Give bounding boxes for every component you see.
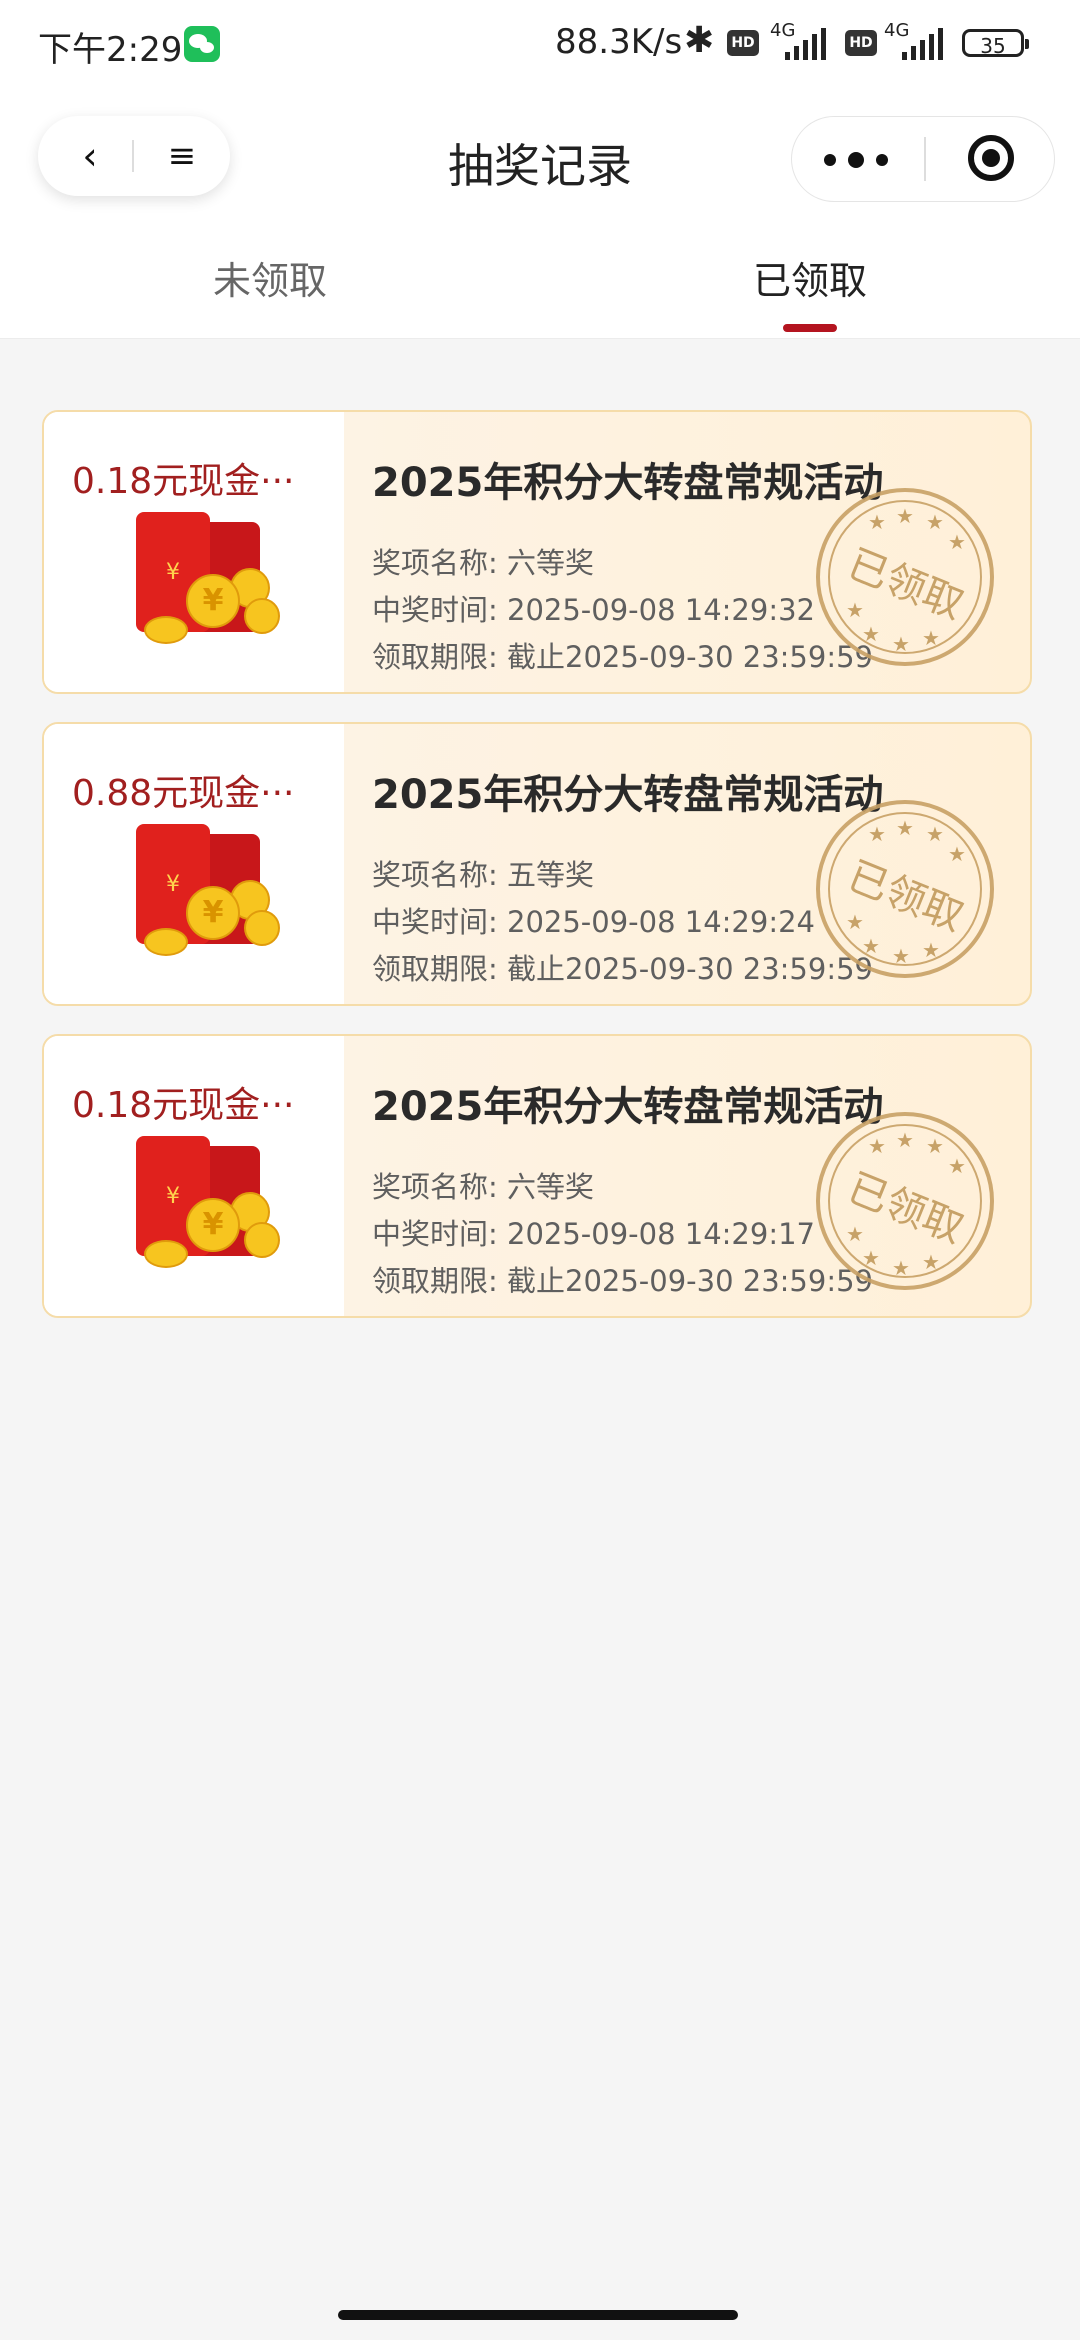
bluetooth-icon: ✱: [684, 20, 715, 61]
close-miniprogram-icon[interactable]: [968, 135, 1014, 181]
activity-title: 2025年积分大转盘常规活动: [372, 772, 884, 818]
claimed-stamp: ★ ★ ★ ★ ★ ★ ★ ★ 已领取: [816, 800, 994, 978]
network-type: 4G: [770, 20, 796, 41]
network-speed: 88.3K/s: [555, 22, 683, 62]
activity-title: 2025年积分大转盘常规活动: [372, 1084, 884, 1130]
home-indicator[interactable]: [338, 2310, 738, 2320]
prize-amount: 0.18元现金···: [72, 1085, 295, 1126]
divider: [924, 137, 926, 181]
activity-title: 2025年积分大转盘常规活动: [372, 460, 884, 506]
battery-icon: 35: [962, 29, 1029, 58]
status-time: 下午2:29: [38, 30, 183, 70]
prize-name: 奖项名称: 六等奖: [372, 546, 594, 580]
red-envelope-icon: ¥ ¥: [126, 512, 286, 662]
wechat-icon: [184, 26, 220, 62]
tab-unclaimed[interactable]: 未领取: [120, 250, 420, 305]
claim-deadline: 领取期限: 截止2025-09-30 23:59:59: [372, 952, 873, 986]
nav-bar: ‹ ≡ 抽奖记录: [0, 90, 1080, 230]
prize-name: 奖项名称: 五等奖: [372, 858, 594, 892]
record-card[interactable]: 0.88元现金··· ¥ ¥ 2025年积分大转盘常规活动 奖项名称: 五等奖 …: [42, 722, 1032, 1006]
claim-deadline: 领取期限: 截止2025-09-30 23:59:59: [372, 640, 873, 674]
tab-claimed[interactable]: 已领取: [660, 250, 960, 305]
claimed-stamp: ★ ★ ★ ★ ★ ★ ★ ★ 已领取: [816, 1112, 994, 1290]
prize-name: 奖项名称: 六等奖: [372, 1170, 594, 1204]
tab-bar: 未领取 已领取: [0, 230, 1080, 339]
claim-deadline: 领取期限: 截止2025-09-30 23:59:59: [372, 1264, 873, 1298]
hd-icon: HD: [727, 30, 759, 56]
tab-active-indicator: [783, 324, 837, 332]
coin-icon: ¥: [186, 1198, 240, 1252]
more-icon[interactable]: [820, 137, 900, 181]
coin-icon: ¥: [186, 886, 240, 940]
win-time: 中奖时间: 2025-09-08 14:29:17: [372, 1217, 815, 1251]
record-card[interactable]: 0.18元现金··· ¥ ¥ 2025年积分大转盘常规活动 奖项名称: 六等奖 …: [42, 1034, 1032, 1318]
red-envelope-icon: ¥ ¥: [126, 824, 286, 974]
network-type: 4G: [884, 20, 910, 41]
miniprogram-capsule: [791, 116, 1055, 202]
prize-preview: 0.18元现金··· ¥ ¥: [44, 412, 344, 692]
record-card[interactable]: 0.18元现金··· ¥ ¥ 2025年积分大转盘常规活动 奖项名称: 六等奖 …: [42, 410, 1032, 694]
hd-icon: HD: [845, 30, 877, 56]
claimed-stamp: ★ ★ ★ ★ ★ ★ ★ ★ 已领取: [816, 488, 994, 666]
prize-amount: 0.18元现金···: [72, 461, 295, 502]
status-bar: 下午2:29 88.3K/s ✱ HD 4G HD 4G 35: [0, 0, 1080, 90]
win-time: 中奖时间: 2025-09-08 14:29:24: [372, 905, 815, 939]
prize-preview: 0.18元现金··· ¥ ¥: [44, 1036, 344, 1316]
prize-preview: 0.88元现金··· ¥ ¥: [44, 724, 344, 1004]
win-time: 中奖时间: 2025-09-08 14:29:32: [372, 593, 815, 627]
coin-icon: ¥: [186, 574, 240, 628]
red-envelope-icon: ¥ ¥: [126, 1136, 286, 1286]
prize-amount: 0.88元现金···: [72, 773, 295, 814]
